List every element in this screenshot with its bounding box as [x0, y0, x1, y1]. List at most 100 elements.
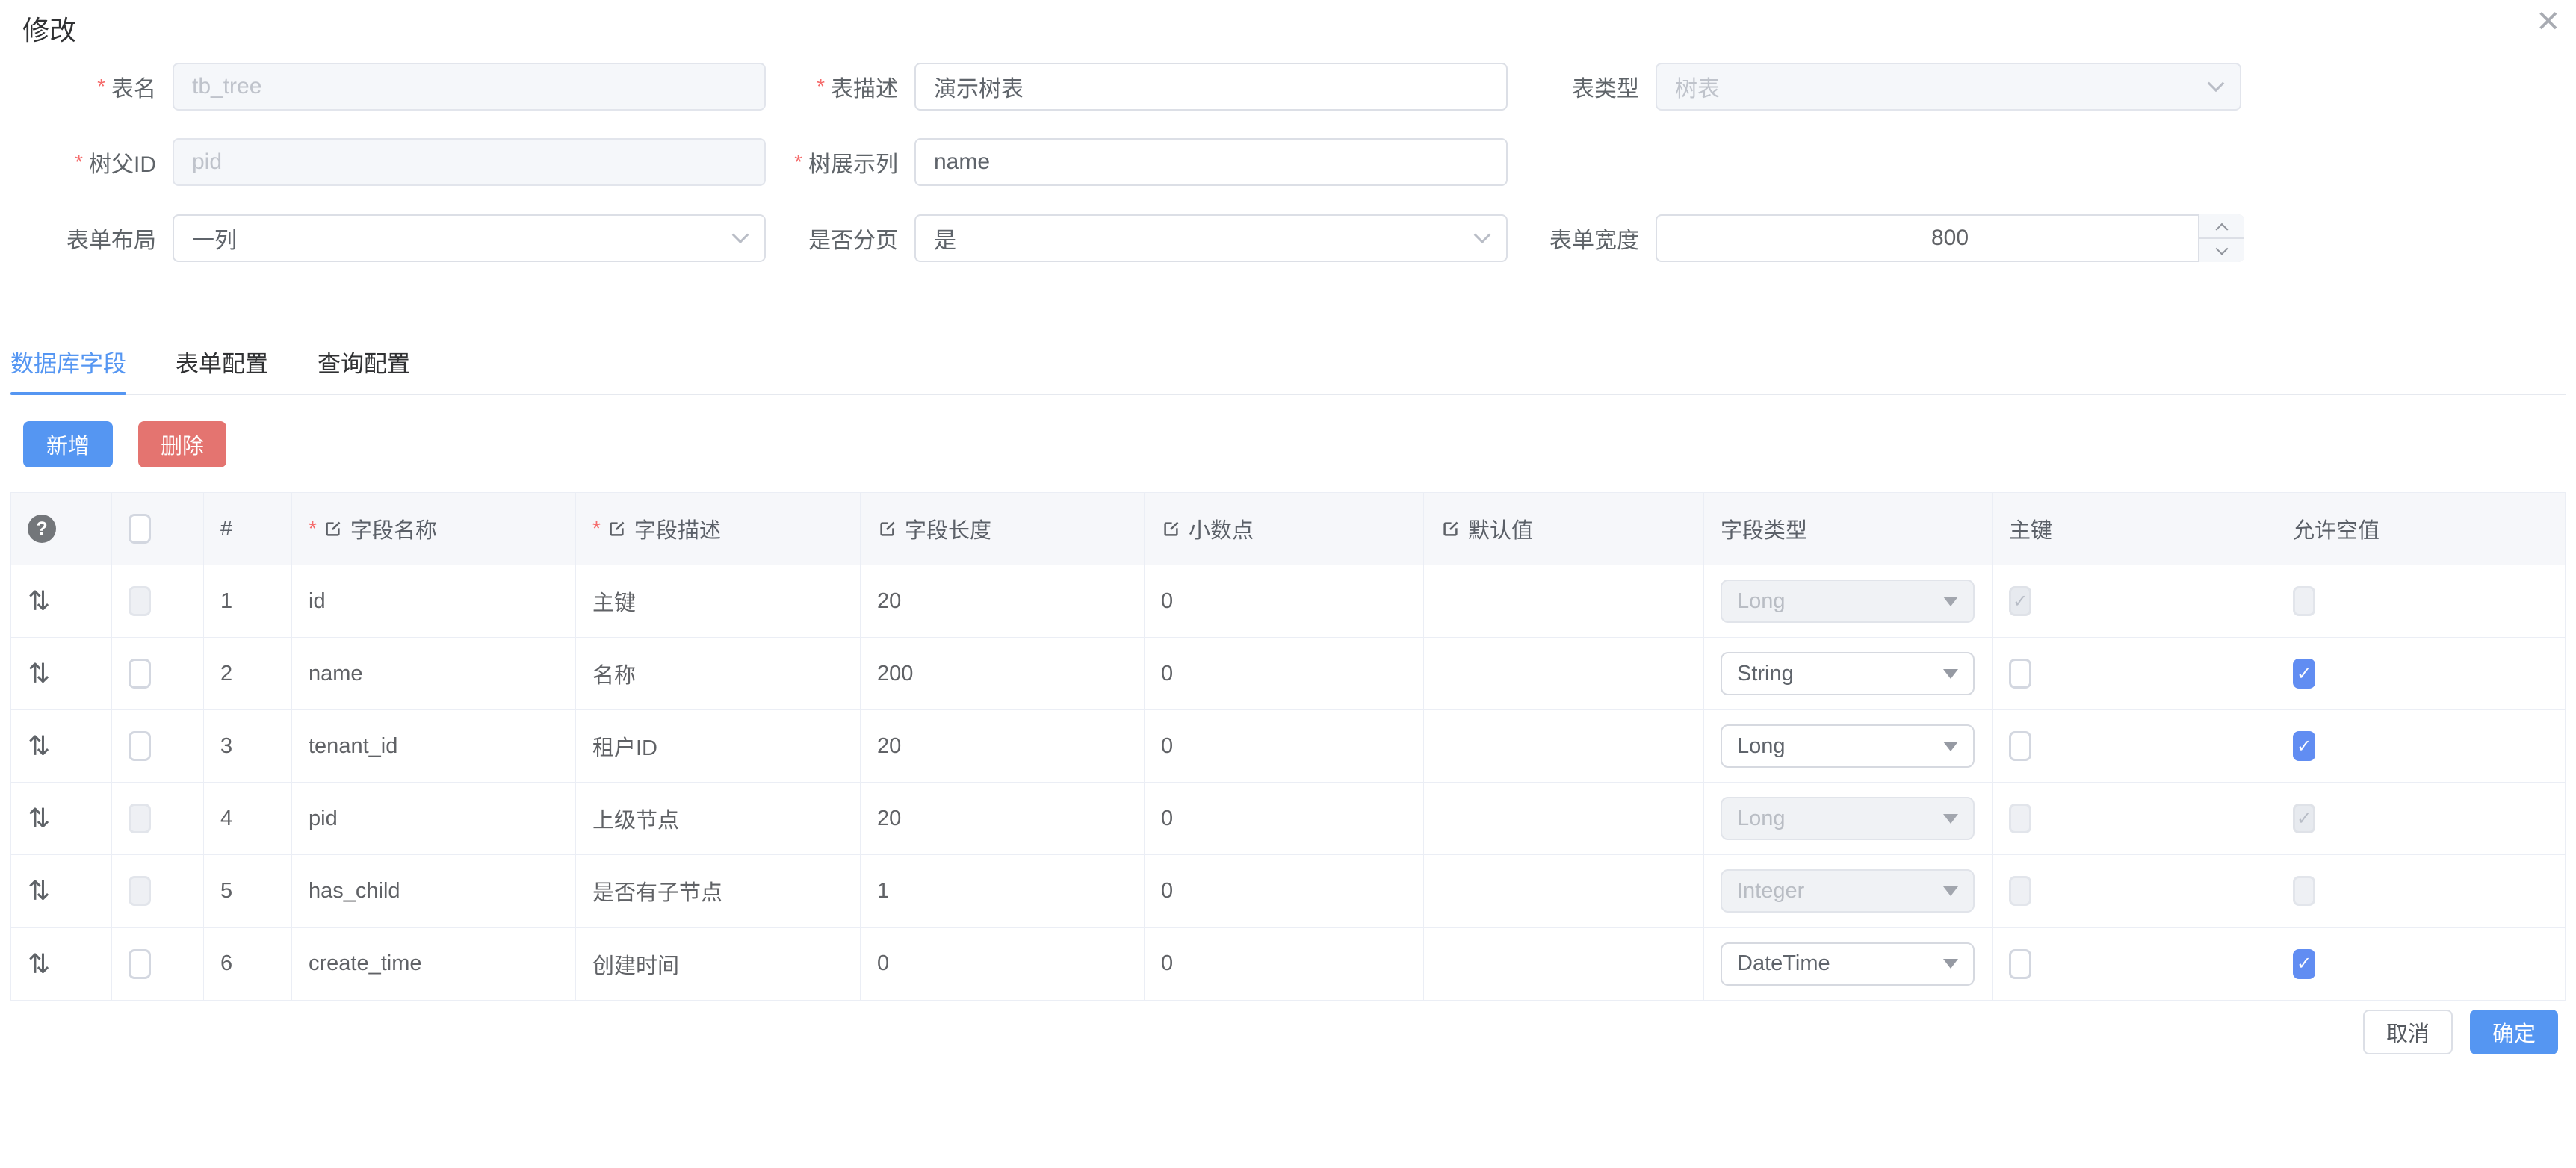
cell-field-length[interactable]: 0	[861, 928, 1145, 1000]
drag-handle-icon[interactable]: ⇅	[28, 951, 50, 978]
form-layout-select[interactable]: 一列	[173, 214, 766, 262]
cell-decimal[interactable]: 0	[1145, 710, 1424, 782]
tab-database-fields[interactable]: 数据库字段	[10, 345, 126, 394]
cell-default-value[interactable]	[1424, 565, 1704, 637]
cell-default-value[interactable]	[1424, 928, 1704, 1000]
field-type-select[interactable]: Long	[1721, 580, 1975, 623]
tree-parent-id-label: *树父ID	[0, 146, 156, 178]
nullable-checkbox[interactable]	[2293, 876, 2315, 906]
cell-index: 2	[204, 638, 292, 709]
cell-decimal[interactable]: 0	[1145, 783, 1424, 854]
nullable-checkbox[interactable]	[2293, 949, 2315, 979]
drag-handle-icon[interactable]: ⇅	[28, 877, 50, 904]
primary-key-checkbox[interactable]	[2009, 804, 2031, 833]
pagination-select[interactable]: 是	[914, 214, 1508, 262]
row-select-checkbox[interactable]	[129, 876, 151, 906]
confirm-button[interactable]: 确定	[2470, 1010, 2558, 1054]
modify-dialog: 修改 × *表名 tb_tree *表描述 演示树表 表类型 树表 *树父ID …	[0, 0, 2576, 1168]
edit-icon	[607, 519, 627, 539]
table-row: ⇅ 2 name 名称 200 0 String	[11, 638, 2565, 710]
drag-handle-icon[interactable]: ⇅	[28, 660, 50, 687]
required-asterisk: *	[817, 75, 825, 99]
cell-field-name[interactable]: id	[292, 565, 576, 637]
nullable-checkbox[interactable]	[2293, 804, 2315, 833]
primary-key-checkbox[interactable]	[2009, 731, 2031, 761]
cell-field-name[interactable]: pid	[292, 783, 576, 854]
form-width-stepper[interactable]: 800	[1656, 214, 2244, 262]
cell-field-name[interactable]: create_time	[292, 928, 576, 1000]
field-type-select[interactable]: DateTime	[1721, 942, 1975, 986]
cell-field-name[interactable]: tenant_id	[292, 710, 576, 782]
header-field-length: 字段长度	[861, 493, 1145, 565]
row-select-checkbox[interactable]	[129, 949, 151, 979]
cell-field-desc[interactable]: 主键	[576, 565, 861, 637]
table-desc-input[interactable]: 演示树表	[914, 63, 1508, 111]
cell-index: 4	[204, 783, 292, 854]
primary-key-checkbox[interactable]	[2009, 949, 2031, 979]
required-asterisk: *	[592, 517, 601, 541]
stepper-up-button[interactable]	[2199, 214, 2244, 239]
row-select-checkbox[interactable]	[129, 659, 151, 689]
cell-field-desc[interactable]: 名称	[576, 638, 861, 709]
cell-field-desc[interactable]: 上级节点	[576, 783, 861, 854]
cell-default-value[interactable]	[1424, 710, 1704, 782]
edit-icon	[1161, 519, 1181, 539]
field-type-select[interactable]: Long	[1721, 797, 1975, 840]
dialog-title: 修改	[22, 9, 76, 48]
row-select-checkbox[interactable]	[129, 586, 151, 616]
cell-default-value[interactable]	[1424, 855, 1704, 927]
field-type-select[interactable]: Integer	[1721, 869, 1975, 913]
row-select-checkbox[interactable]	[129, 731, 151, 761]
drag-handle-icon[interactable]: ⇅	[28, 805, 50, 832]
form-width-value[interactable]: 800	[1657, 226, 2243, 251]
cell-field-name[interactable]: name	[292, 638, 576, 709]
primary-key-checkbox[interactable]	[2009, 659, 2031, 689]
row-select-checkbox[interactable]	[129, 804, 151, 833]
field-type-select[interactable]: Long	[1721, 724, 1975, 768]
cell-field-length[interactable]: 20	[861, 710, 1145, 782]
nullable-checkbox[interactable]	[2293, 586, 2315, 616]
cell-field-length[interactable]: 20	[861, 783, 1145, 854]
cell-default-value[interactable]	[1424, 638, 1704, 709]
drag-handle-icon[interactable]: ⇅	[28, 588, 50, 615]
close-icon[interactable]: ×	[2537, 1, 2560, 40]
table-name-input[interactable]: tb_tree	[173, 63, 766, 111]
select-all-checkbox[interactable]	[129, 514, 151, 544]
primary-key-checkbox[interactable]	[2009, 876, 2031, 906]
cell-field-length[interactable]: 1	[861, 855, 1145, 927]
form-item-form-width: 表单宽度 800	[1479, 214, 2244, 262]
edit-icon	[323, 519, 343, 539]
nullable-checkbox[interactable]	[2293, 731, 2315, 761]
header-decimal: 小数点	[1145, 493, 1424, 565]
edit-icon	[1440, 519, 1461, 539]
add-button[interactable]: 新增	[23, 421, 113, 467]
tree-parent-id-input[interactable]: pid	[173, 138, 766, 186]
tab-form-config[interactable]: 表单配置	[176, 345, 268, 394]
cell-field-desc[interactable]: 租户ID	[576, 710, 861, 782]
cell-field-name[interactable]: has_child	[292, 855, 576, 927]
tab-query-config[interactable]: 查询配置	[318, 345, 410, 394]
cell-default-value[interactable]	[1424, 783, 1704, 854]
field-type-select[interactable]: String	[1721, 652, 1975, 695]
required-asterisk: *	[309, 517, 317, 541]
caret-down-icon	[1943, 886, 1958, 896]
table-type-label: 表类型	[1479, 70, 1639, 103]
primary-key-checkbox[interactable]	[2009, 586, 2031, 616]
cell-field-length[interactable]: 200	[861, 638, 1145, 709]
delete-button[interactable]: 删除	[138, 421, 226, 467]
drag-handle-icon[interactable]: ⇅	[28, 733, 50, 759]
tree-display-col-input[interactable]: name	[914, 138, 1508, 186]
help-icon[interactable]: ?	[28, 515, 56, 543]
stepper-down-button[interactable]	[2199, 239, 2244, 262]
cell-decimal[interactable]: 0	[1145, 928, 1424, 1000]
cell-field-desc[interactable]: 是否有子节点	[576, 855, 861, 927]
cell-decimal[interactable]: 0	[1145, 565, 1424, 637]
nullable-checkbox[interactable]	[2293, 659, 2315, 689]
cell-field-desc[interactable]: 创建时间	[576, 928, 861, 1000]
cell-decimal[interactable]: 0	[1145, 855, 1424, 927]
cell-decimal[interactable]: 0	[1145, 638, 1424, 709]
table-type-select[interactable]: 树表	[1656, 63, 2241, 111]
cancel-button[interactable]: 取消	[2363, 1010, 2453, 1054]
cell-field-length[interactable]: 20	[861, 565, 1145, 637]
table-row: ⇅ 4 pid 上级节点 20 0 Long	[11, 783, 2565, 855]
